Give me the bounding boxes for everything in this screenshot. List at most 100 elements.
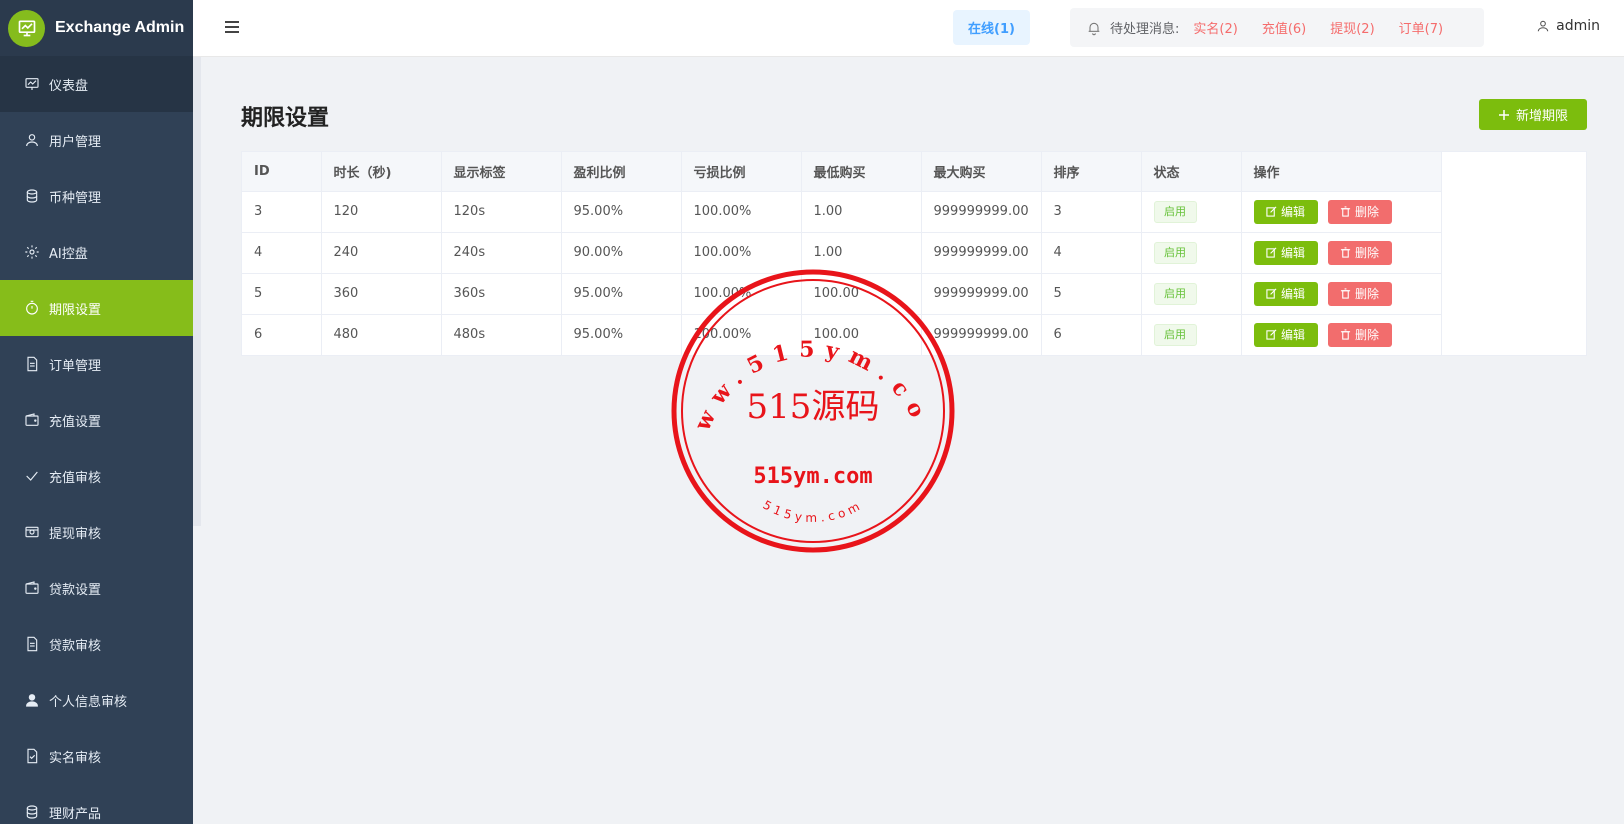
svg-text:515ym.com: 515ym.com	[761, 498, 866, 525]
table-cell: 1.00	[801, 191, 922, 233]
watermark-bottom-text: 515ym.com	[761, 498, 862, 525]
table-cell: 4	[242, 232, 322, 274]
online-badge[interactable]: 在线(1)	[953, 10, 1030, 45]
brand[interactable]: Exchange Admin	[0, 0, 193, 56]
pending-messages: 待处理消息: 实名(2) 充值(6) 提现(2) 订单(7)	[1070, 8, 1484, 47]
table-cell: 240	[321, 232, 442, 274]
user-icon	[1537, 20, 1549, 32]
status-cell: 启用	[1141, 273, 1242, 315]
edit-icon	[1266, 288, 1277, 299]
actions-cell: 编辑 删除	[1241, 191, 1442, 233]
delete-button[interactable]: 删除	[1327, 199, 1392, 224]
table-cell: 360	[321, 273, 442, 315]
table-cell: 480s	[441, 314, 562, 356]
status-badge: 启用	[1153, 282, 1197, 305]
delete-button[interactable]: 删除	[1327, 322, 1392, 347]
column-header: 最大购买	[921, 152, 1042, 192]
sidebar-item-0[interactable]: 仪表盘	[0, 56, 193, 112]
brand-logo-icon	[8, 9, 45, 47]
pending-link-withdraw[interactable]: 提现(2)	[1330, 18, 1374, 37]
timer-icon	[24, 300, 40, 316]
sidebar-item-label: 充值审核	[49, 470, 102, 486]
edit-icon	[1266, 329, 1277, 340]
table-cell: 100.00%	[681, 232, 802, 274]
doc-check-icon	[24, 748, 40, 764]
database-icon	[24, 804, 40, 820]
sidebar-menu: 仪表盘用户管理币种管理 AI控盘期限设置订单管理充值设置充值审核提现审核贷款设置贷…	[0, 56, 193, 824]
actions-cell: 编辑 删除	[1241, 314, 1442, 356]
sidebar-item-6[interactable]: 充值设置	[0, 392, 193, 448]
watermark-center-text: 515源码	[747, 387, 880, 427]
table-cell: 90.00%	[561, 232, 682, 274]
sidebar-item-label: 提现审核	[49, 526, 102, 542]
bell-icon	[1088, 22, 1100, 35]
status-badge: 启用	[1153, 241, 1197, 264]
table-cell: 5	[1041, 273, 1142, 315]
sidebar-item-8[interactable]: 提现审核	[0, 504, 193, 560]
edit-button[interactable]: 编辑	[1253, 322, 1318, 347]
status-badge: 启用	[1153, 200, 1197, 223]
user-icon	[24, 132, 40, 148]
sidebar-item-label: 个人信息审核	[49, 694, 128, 710]
plus-icon	[1498, 109, 1509, 120]
sidebar-item-11[interactable]: 个人信息审核	[0, 672, 193, 728]
table-cell: 999999999.00	[921, 191, 1042, 233]
table-header-row: ID 时长（秒) 显示标签 盈利比例 亏损比例 最低购买 最大购买 排序 状态 操作	[242, 152, 1442, 192]
sidebar-item-13[interactable]: 理财产品	[0, 784, 193, 824]
column-header: 状态	[1141, 152, 1242, 192]
sidebar-item-label: 期限设置	[49, 302, 102, 318]
database-icon	[24, 188, 40, 204]
gear-icon	[24, 244, 40, 260]
table-cell: 95.00%	[561, 314, 682, 356]
check-icon	[24, 468, 40, 484]
table-row: 4 240 240s 90.00% 100.00% 1.00 999999999.00 4 启用…	[242, 232, 1442, 274]
table-cell: 5	[242, 273, 322, 315]
sidebar-item-10[interactable]: 贷款审核	[0, 616, 193, 672]
watermark-stamp: www.515ym.com 515源码 515ym.com 515ym.com	[670, 268, 955, 553]
sidebar-item-label: 仪表盘	[49, 78, 89, 94]
pending-link-recharge[interactable]: 充值(6)	[1262, 18, 1306, 37]
sidebar-item-9[interactable]: 贷款设置	[0, 560, 193, 616]
sidebar-item-label: 订单管理	[49, 358, 102, 374]
sidebar-item-12[interactable]: 实名审核	[0, 728, 193, 784]
edit-icon	[1266, 206, 1277, 217]
sidebar-item-label: 实名审核	[49, 750, 102, 766]
column-header: 排序	[1041, 152, 1142, 192]
add-term-button[interactable]: 新增期限	[1479, 99, 1587, 130]
user-menu[interactable]: admin	[1536, 18, 1600, 34]
column-header: 最低购买	[801, 152, 922, 192]
delete-button[interactable]: 删除	[1327, 281, 1392, 306]
table-cell: 100.00%	[681, 191, 802, 233]
sidebar-item-5[interactable]: 订单管理	[0, 336, 193, 392]
edit-button[interactable]: 编辑	[1253, 199, 1318, 224]
status-badge: 启用	[1153, 323, 1197, 346]
sidebar-item-label: 币种管理	[49, 190, 102, 206]
sidebar-scrollbar[interactable]	[193, 56, 201, 526]
sidebar-item-7[interactable]: 充值审核	[0, 448, 193, 504]
column-header: 亏损比例	[681, 152, 802, 192]
edit-button[interactable]: 编辑	[1253, 240, 1318, 265]
table-cell: 480	[321, 314, 442, 356]
pending-link-order[interactable]: 订单(7)	[1399, 18, 1443, 37]
pending-link-realname[interactable]: 实名(2)	[1193, 18, 1237, 37]
watermark-domain-text: 515ym.com	[753, 464, 872, 489]
user-fill-icon	[24, 692, 40, 708]
pending-label: 待处理消息:	[1110, 22, 1180, 37]
table-cell: 3	[242, 191, 322, 233]
status-cell: 启用	[1141, 191, 1242, 233]
money-icon	[24, 524, 40, 540]
menu-toggle-icon[interactable]	[223, 18, 241, 36]
delete-button[interactable]: 删除	[1327, 240, 1392, 265]
page-title: 期限设置	[241, 106, 330, 131]
sidebar-item-2[interactable]: 币种管理	[0, 168, 193, 224]
table-cell: 6	[1041, 314, 1142, 356]
actions-cell: 编辑 删除	[1241, 273, 1442, 315]
sidebar-item-label: AI控盘	[49, 246, 88, 262]
table-cell: 120	[321, 191, 442, 233]
sidebar-item-1[interactable]: 用户管理	[0, 112, 193, 168]
edit-button[interactable]: 编辑	[1253, 281, 1318, 306]
sidebar-item-label: 贷款审核	[49, 638, 102, 654]
sidebar-item-label: 贷款设置	[49, 582, 102, 598]
sidebar-item-3[interactable]: AI控盘	[0, 224, 193, 280]
sidebar-item-4[interactable]: 期限设置	[0, 280, 193, 336]
